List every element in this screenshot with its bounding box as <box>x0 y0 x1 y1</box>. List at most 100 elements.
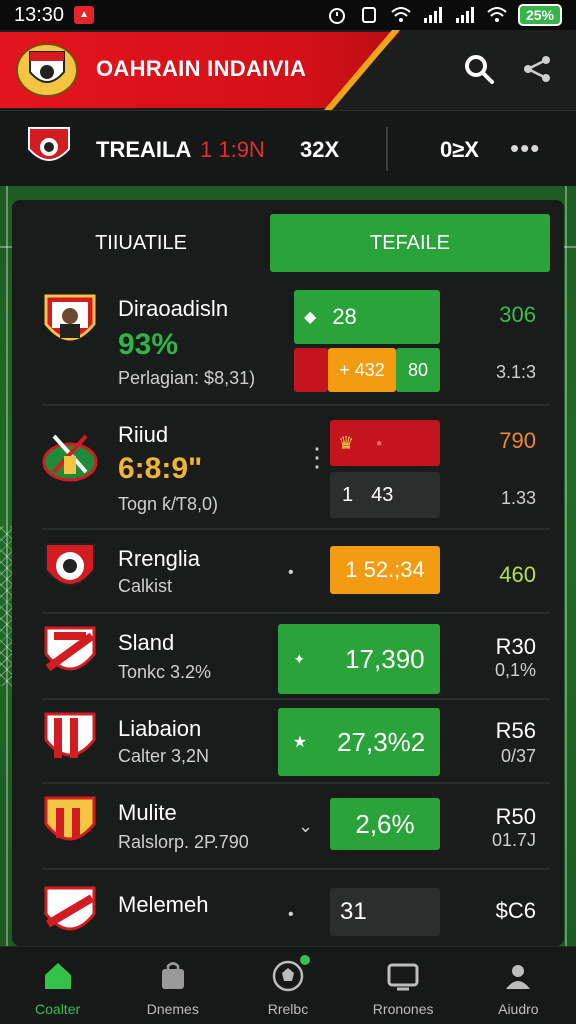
wifi-icon-2 <box>487 7 507 22</box>
odd-total: R30 <box>495 634 536 659</box>
odd-button[interactable]: 1 52.;34 <box>330 546 440 594</box>
odd-total: 306 <box>499 302 536 327</box>
odd-button[interactable]: 80 <box>396 348 440 392</box>
club-crest-icon[interactable] <box>16 42 78 98</box>
odd-total: 790 <box>499 428 536 453</box>
bag-icon <box>161 962 184 989</box>
notification-icon: ▲ <box>74 6 95 24</box>
crest-mini-icon: ♛ <box>338 432 355 453</box>
odd-button[interactable]: 31 <box>330 888 440 936</box>
ball-icon <box>272 960 304 992</box>
team-subtext: Togn ƙ/Ƭ8,0) <box>118 494 219 514</box>
status-time: 13:30 <box>14 3 65 26</box>
nav-label: Dnemes <box>146 1001 199 1017</box>
odd-total: R56 <box>495 718 536 743</box>
nav-label: Rronones <box>372 1001 434 1017</box>
team-crest-icon <box>44 294 96 341</box>
team-subtext: Ralslorp. 2P.790 <box>118 832 249 852</box>
nav-label: Aiudro <box>498 1001 539 1017</box>
team-percent: 6:8:9" <box>118 452 203 485</box>
star-icon: ★ <box>292 734 308 751</box>
team-percent: 93% <box>118 328 179 361</box>
team-name: Diraoadisln <box>118 296 229 321</box>
share-icon[interactable] <box>520 52 554 86</box>
list-item[interactable]: Melemeh • 31 $C6 <box>42 870 550 946</box>
dot-icon: ● <box>376 437 383 449</box>
battery-indicator: 25% <box>517 4 562 26</box>
nav-label: Rrelbc <box>267 1001 309 1017</box>
chevron-down-icon[interactable]: ⌄ <box>298 816 313 837</box>
more-options-icon[interactable]: ••• <box>510 133 540 164</box>
team-crest-icon <box>44 886 96 931</box>
team-crest-icon <box>44 626 96 672</box>
app-title: OAHRAIN INDAIVIA <box>96 56 307 81</box>
match-score: 1 1:9N <box>200 137 265 162</box>
odd-value: 28 <box>332 304 357 329</box>
more-icon[interactable]: ⋮ <box>304 442 330 473</box>
chevron-icon[interactable]: • <box>288 564 294 582</box>
list-item[interactable]: Liabaion Calter 3,2N ★ 27,3%2 R56 0/37 <box>42 700 550 784</box>
nav-item-games[interactable]: Dnemes <box>115 947 230 1024</box>
search-icon[interactable] <box>462 52 496 86</box>
status-bar: 13:30 ▲ 25% <box>0 0 576 30</box>
match-odd-2[interactable]: 0≥X <box>440 137 479 163</box>
nav-item-ball[interactable]: Rrelbc <box>230 947 345 1024</box>
team-crest-icon <box>42 434 98 482</box>
odd-total: $C6 <box>495 898 536 923</box>
odd-value: 27,3%2 <box>337 726 426 757</box>
list-item[interactable]: Riiud 6:8:9" Togn ƙ/Ƭ8,0) ⋮ ♛ ● 1 43 790… <box>42 406 550 530</box>
odd-value: 17,390 <box>345 643 425 674</box>
home-icon <box>44 963 71 989</box>
list-item[interactable]: Rrenglia Calkist • 1 52.;34 460 <box>42 530 550 614</box>
bottom-nav: Coalter Dnemes Rrelbc Rronones Aiudro <box>0 946 576 1024</box>
sim-icon <box>361 7 376 23</box>
team-subtext: Perlagian: $8,31) <box>118 368 256 388</box>
list-item[interactable]: Sland Tonkc 3.2% ✦ 17,390 R30 0,1% <box>42 614 550 700</box>
team-crest-icon <box>45 543 95 586</box>
match-odd-1[interactable]: 32X <box>300 137 339 163</box>
list-item[interactable]: Mulite Ralslorp. 2P.790 ⌄ 2,6% R50 01.7J <box>42 784 550 870</box>
odd-indicator <box>294 348 328 392</box>
nav-label: Coalter <box>35 1001 81 1017</box>
nav-item-tv[interactable]: Rronones <box>346 947 461 1024</box>
tab-right[interactable]: TEFAILE <box>270 214 550 272</box>
signal-icon-2 <box>455 7 474 23</box>
pitch-line <box>565 186 567 946</box>
alarm-icon <box>328 8 345 24</box>
team-name: Sland <box>118 630 175 655</box>
odd-value: 43 <box>371 483 394 506</box>
team-subtext: Calter 3,2N <box>118 746 210 766</box>
team-crest-icon <box>44 796 96 841</box>
odd-button[interactable]: 1 43 <box>330 472 440 518</box>
signal-icon <box>423 7 442 23</box>
team-name: Melemeh <box>118 892 209 917</box>
divider <box>386 127 388 171</box>
team-name: Riiud <box>118 422 169 447</box>
odd-button[interactable]: 2,6% <box>330 798 440 850</box>
nav-item-profile[interactable]: Aiudro <box>461 947 576 1024</box>
team-subtext: Calkist <box>118 576 173 596</box>
odd-button[interactable]: ✦ 17,390 <box>278 624 440 694</box>
tab-left[interactable]: TIIUATILE <box>12 214 270 272</box>
wifi-icon <box>391 7 411 22</box>
profile-icon <box>506 965 531 989</box>
odd-change: 3.1:3 <box>495 362 536 382</box>
list-item[interactable]: Diraoadisln 93% Perlagian: $8,31) ◆ 28 +… <box>42 284 550 406</box>
odd-button[interactable]: + 432 <box>328 348 396 392</box>
odd-button[interactable]: ♛ ● <box>330 420 440 466</box>
odd-change: 0,1% <box>494 660 536 680</box>
odd-total: 460 <box>499 562 536 587</box>
odd-change: 0/37 <box>500 746 536 766</box>
nav-item-home[interactable]: Coalter <box>0 947 115 1024</box>
match-bar[interactable]: TREAILA 1 1:9N 32X 0≥X ••• <box>0 110 576 186</box>
odd-change: 01.7J <box>491 830 536 850</box>
odd-button[interactable]: ◆ 28 <box>294 290 440 344</box>
team-name: Rrenglia <box>118 546 200 571</box>
chevron-icon[interactable]: • <box>288 906 294 924</box>
team-crest-icon <box>44 712 96 758</box>
odd-button[interactable]: ★ 27,3%2 <box>278 708 440 776</box>
team-subtext: Tonkc 3.2% <box>118 662 212 682</box>
match-team-name: TREAILA <box>96 137 192 162</box>
notification-dot <box>300 955 311 965</box>
odd-value: 1 <box>342 483 354 506</box>
